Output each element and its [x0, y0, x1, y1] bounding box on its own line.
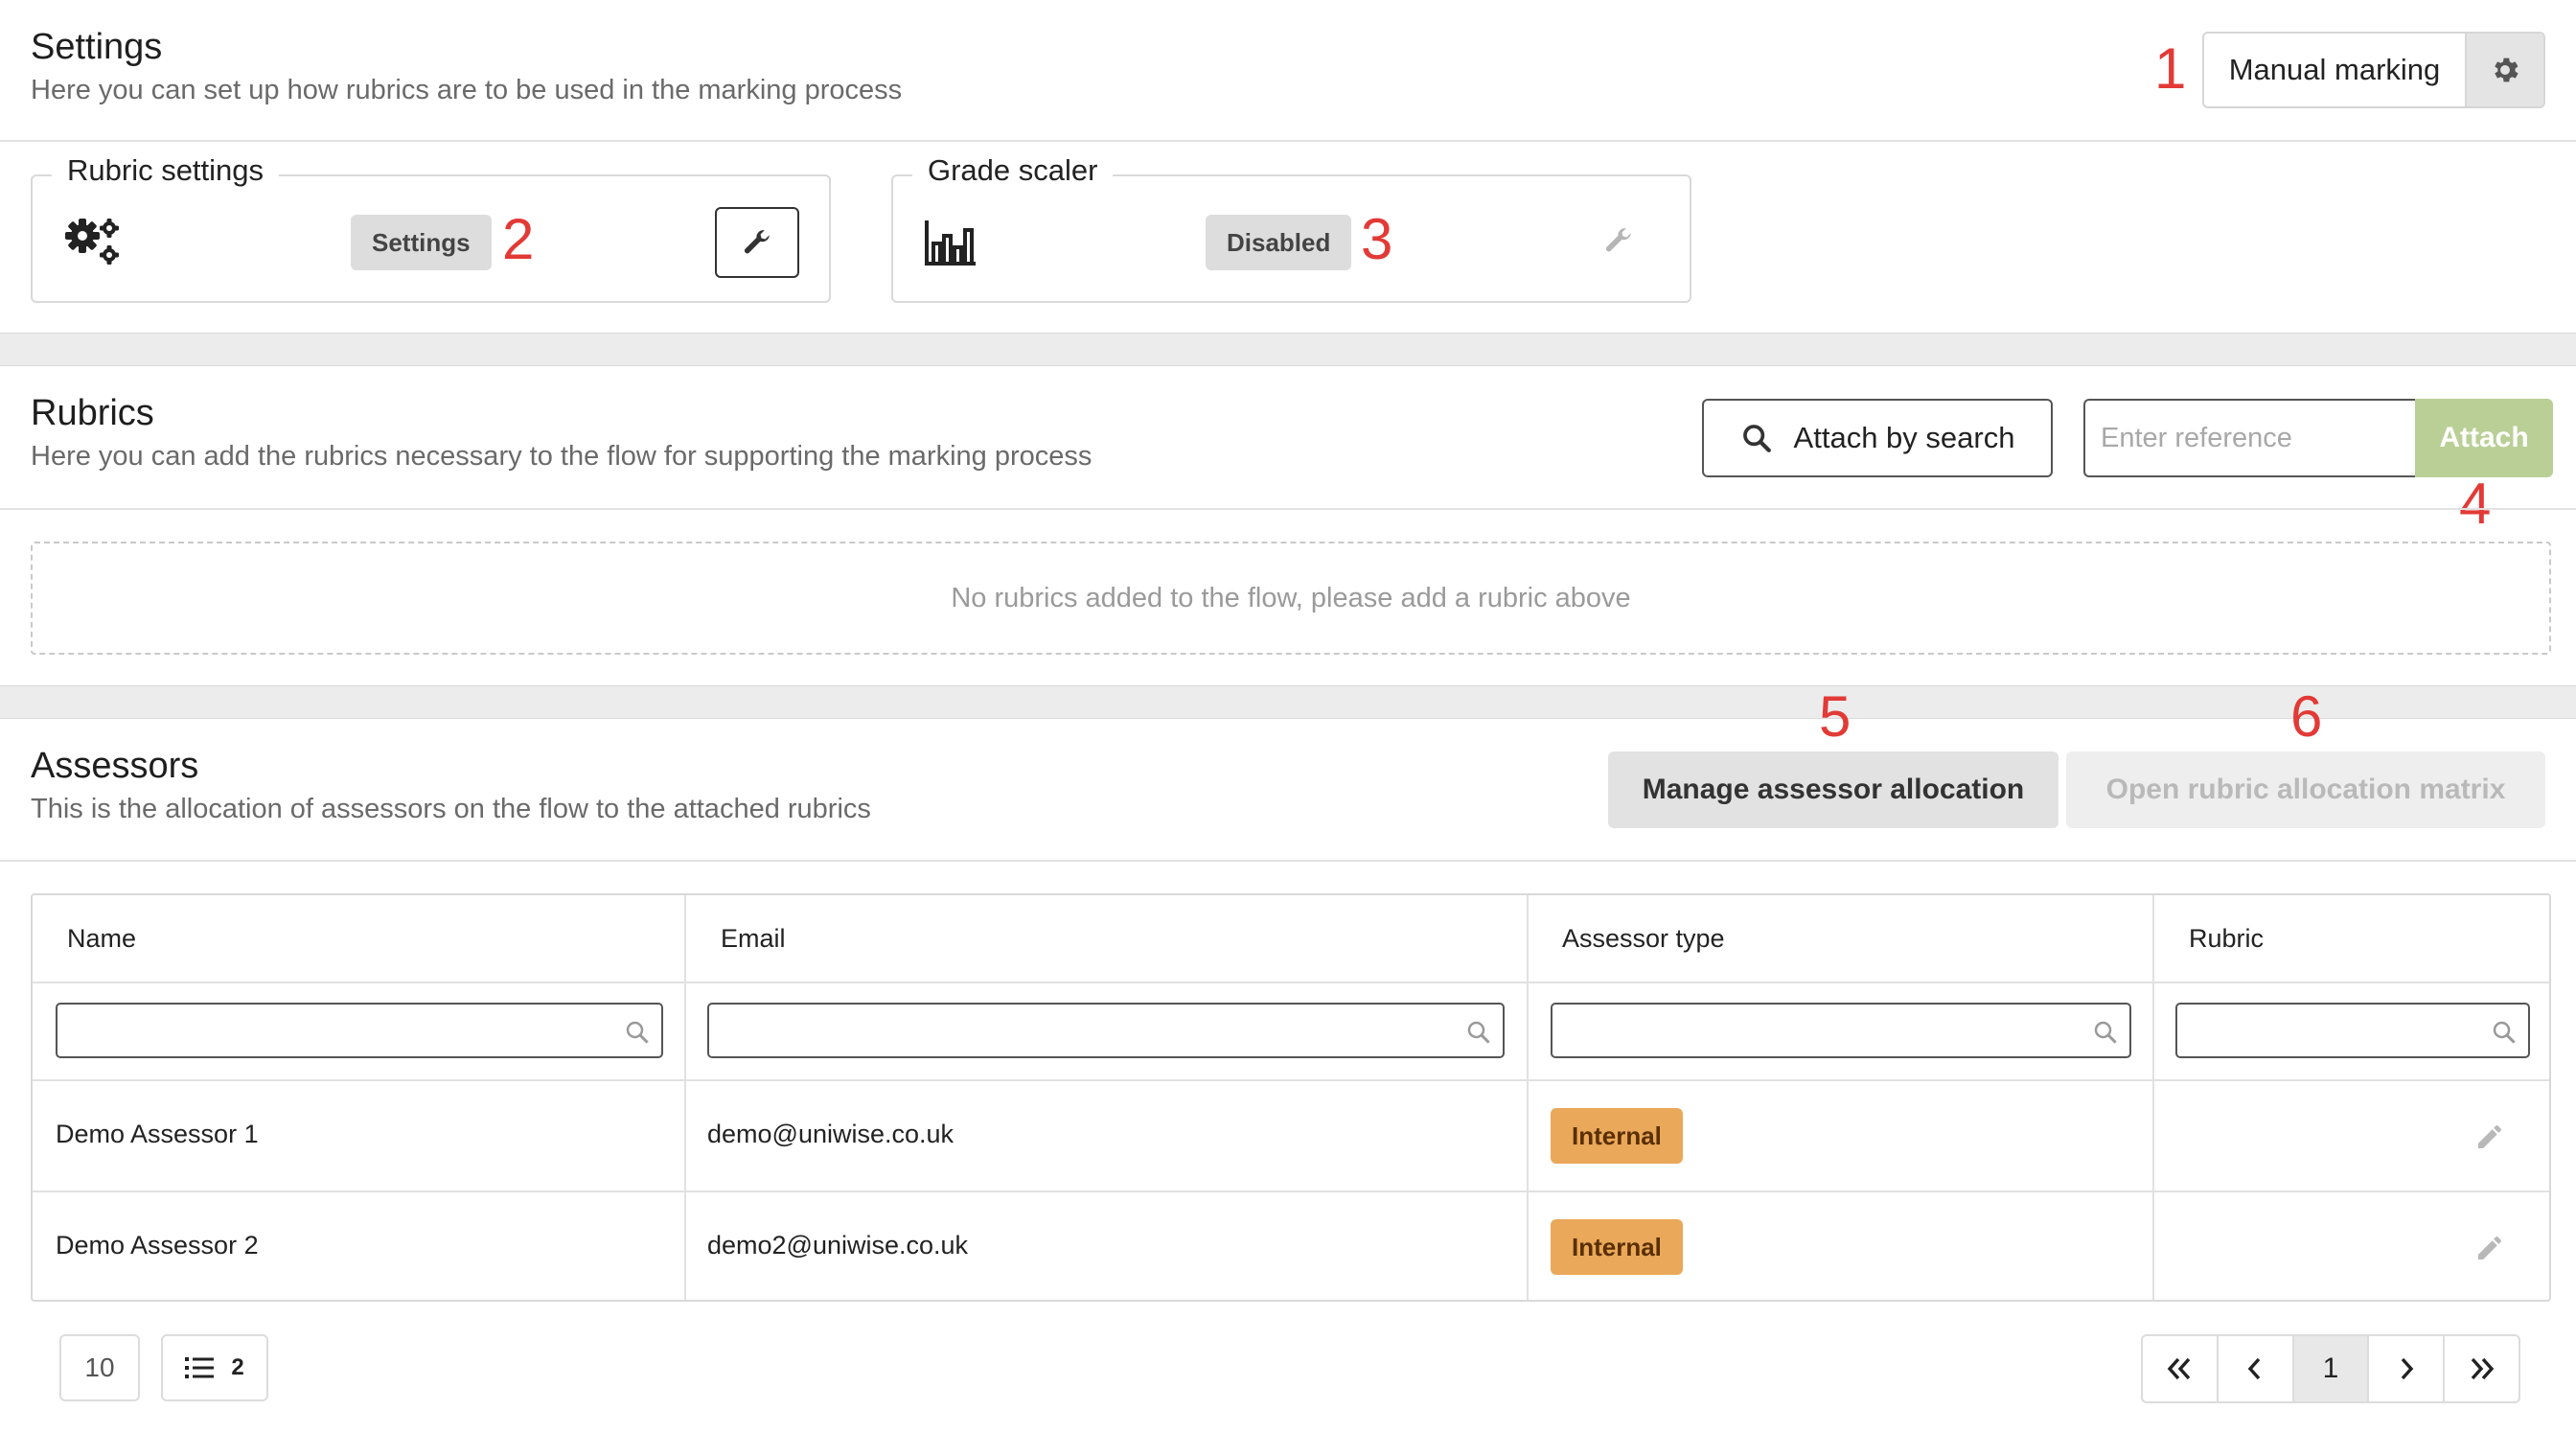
- rubric-settings-group: Rubric settings Settings 2: [31, 153, 831, 303]
- list-count-button[interactable]: 2: [161, 1334, 268, 1401]
- settings-panel: Settings Here you can set up how rubrics…: [0, 0, 2576, 334]
- settings-title: Settings: [31, 27, 163, 67]
- rubric-filter-input[interactable]: [2175, 1003, 2530, 1058]
- assessor-name: Demo Assessor 1: [56, 1120, 259, 1148]
- annotation-4: 4: [2459, 472, 2492, 536]
- column-header-name[interactable]: Name: [67, 924, 136, 954]
- bar-chart-icon: [924, 219, 978, 271]
- annotation-2: 2: [502, 207, 535, 271]
- search-icon: [2094, 1021, 2117, 1044]
- rubric-settings-edit-button[interactable]: [715, 207, 799, 278]
- row-divider: [33, 982, 2549, 983]
- assessors-title: Assessors: [31, 746, 199, 786]
- list-count-value: 2: [231, 1354, 244, 1380]
- rubrics-subtitle: Here you can add the rubrics necessary t…: [31, 441, 1092, 472]
- assessor-email: demo2@uniwise.co.uk: [707, 1231, 969, 1260]
- page-size-select[interactable]: 10: [59, 1334, 140, 1401]
- column-header-email[interactable]: Email: [721, 924, 786, 954]
- assessor-email: demo@uniwise.co.uk: [707, 1120, 954, 1148]
- grade-scaler-wrench-icon: [1602, 224, 1635, 262]
- attach-by-search-label: Attach by search: [1793, 421, 2015, 454]
- grade-scaler-legend: Grade scaler: [912, 153, 1114, 188]
- grade-scaler-group: Grade scaler Disabled 3: [891, 153, 1691, 303]
- column-header-rubric[interactable]: Rubric: [2189, 924, 2264, 954]
- assessor-type-filter-input[interactable]: [1551, 1003, 2131, 1058]
- search-icon: [626, 1021, 649, 1044]
- chevron-left-icon: [2247, 1357, 2261, 1380]
- column-divider: [1527, 895, 1529, 1300]
- pencil-icon[interactable]: [2474, 1121, 2505, 1152]
- open-rubric-allocation-matrix-button[interactable]: Open rubric allocation matrix: [2066, 751, 2545, 828]
- manage-assessor-allocation-button[interactable]: Manage assessor allocation: [1608, 751, 2058, 828]
- annotation-3: 3: [1361, 207, 1393, 271]
- assessors-subtitle: This is the allocation of assessors on t…: [31, 794, 871, 824]
- double-chevron-right-icon: [2471, 1357, 2494, 1380]
- assessors-divider: [0, 860, 2576, 862]
- name-filter-input[interactable]: [56, 1003, 663, 1058]
- settings-divider: [0, 140, 2576, 142]
- marking-mode-button[interactable]: Manual marking: [2202, 32, 2545, 108]
- assessor-name: Demo Assessor 2: [56, 1231, 259, 1260]
- wrench-icon: [744, 230, 770, 254]
- column-divider: [2152, 895, 2154, 1300]
- annotation-5: 5: [1819, 684, 1852, 749]
- rubrics-divider: [0, 508, 2576, 510]
- rubrics-empty-state: No rubrics added to the flow, please add…: [31, 542, 2551, 655]
- row-divider: [33, 1190, 2549, 1192]
- reference-input[interactable]: [2083, 399, 2415, 477]
- search-icon: [1742, 425, 1771, 452]
- marking-mode-label: Manual marking: [2228, 53, 2441, 86]
- assessor-type-badge: Internal: [1551, 1108, 1683, 1164]
- next-page-button[interactable]: [2369, 1336, 2446, 1401]
- gears-icon: [61, 217, 123, 271]
- search-icon: [2493, 1021, 2516, 1044]
- settings-subtitle: Here you can set up how rubrics are to b…: [31, 75, 903, 105]
- rubrics-title: Rubrics: [31, 393, 154, 433]
- search-icon: [1467, 1021, 1490, 1044]
- annotation-1: 1: [2154, 36, 2187, 101]
- list-icon: [185, 1357, 215, 1378]
- column-divider: [684, 895, 686, 1300]
- pencil-icon[interactable]: [2474, 1233, 2505, 1263]
- email-filter-input[interactable]: [707, 1003, 1505, 1058]
- attach-button[interactable]: Attach: [2415, 399, 2553, 477]
- attach-by-search-button[interactable]: Attach by search: [1702, 399, 2053, 477]
- row-divider: [33, 1079, 2549, 1081]
- prev-page-button[interactable]: [2219, 1336, 2294, 1401]
- current-page-button[interactable]: 1: [2293, 1336, 2370, 1401]
- pagination: 1: [2141, 1334, 2520, 1403]
- assessors-table: Name Email Assessor type Rubric Demo Ass…: [31, 893, 2551, 1302]
- last-page-button[interactable]: [2445, 1336, 2518, 1401]
- annotation-6: 6: [2290, 684, 2323, 749]
- rubric-settings-legend: Rubric settings: [52, 153, 280, 188]
- grade-scaler-status: Disabled: [1206, 215, 1352, 270]
- first-page-button[interactable]: [2143, 1336, 2219, 1401]
- rubric-settings-status: Settings: [351, 215, 492, 270]
- gear-icon[interactable]: [2465, 34, 2543, 106]
- column-header-assessor-type[interactable]: Assessor type: [1562, 924, 1725, 954]
- chevron-right-icon: [2401, 1357, 2414, 1380]
- double-chevron-left-icon: [2168, 1357, 2191, 1380]
- assessor-type-badge: Internal: [1551, 1219, 1683, 1275]
